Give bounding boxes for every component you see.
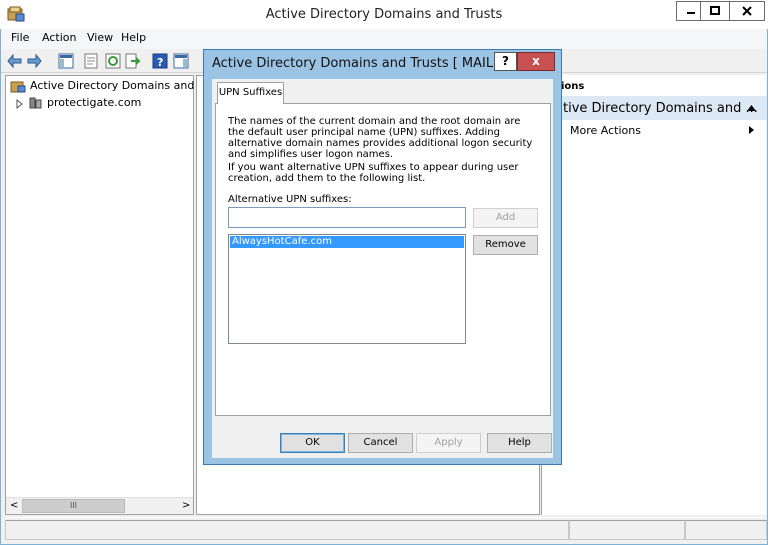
remove-button[interactable]: Remove <box>473 235 538 255</box>
submenu-arrow-icon[interactable] <box>749 126 754 134</box>
export-list-icon[interactable] <box>125 53 141 69</box>
upn-suffix-input[interactable] <box>228 207 466 228</box>
forward-icon[interactable] <box>26 53 42 69</box>
scroll-left-icon[interactable]: < <box>10 500 18 511</box>
upn-instructions: If you want alternative UPN suffixes to … <box>228 162 519 184</box>
domain-icon <box>29 97 42 109</box>
scroll-right-icon[interactable]: > <box>182 500 190 511</box>
menu-help[interactable]: Help <box>118 31 149 44</box>
menu-bar: File Action View Help <box>1 29 767 49</box>
refresh-icon[interactable] <box>105 53 121 69</box>
svg-text:?: ? <box>157 56 163 69</box>
status-cell-main <box>5 520 570 540</box>
upn-description: The names of the current domain and the … <box>228 116 533 160</box>
actions-section-label[interactable]: tive Directory Domains and ... <box>563 102 758 116</box>
apply-button[interactable]: Apply <box>416 433 481 453</box>
maximize-button[interactable] <box>700 1 730 21</box>
upn-suffix-list[interactable]: AlwaysHotCafe.com <box>228 234 466 344</box>
cancel-button[interactable]: Cancel <box>348 433 413 453</box>
maximize-icon <box>710 6 720 15</box>
menu-file[interactable]: File <box>8 31 32 44</box>
expand-arrow-icon[interactable] <box>16 99 24 109</box>
upn-tab-panel: The names of the current domain and the … <box>215 103 551 416</box>
more-actions-label[interactable]: More Actions <box>570 125 641 136</box>
help-icon[interactable]: ? <box>152 53 168 69</box>
show-action-pane-icon[interactable] <box>173 53 189 69</box>
ok-button[interactable]: OK <box>280 433 345 453</box>
properties-icon[interactable] <box>83 53 99 69</box>
scrollbar-thumb[interactable]: III <box>22 499 125 513</box>
alt-upn-label: Alternative UPN suffixes: <box>228 194 352 205</box>
actions-header: ions <box>561 81 585 92</box>
dialog-close-button[interactable]: x <box>517 52 555 71</box>
menu-view[interactable]: View <box>84 31 116 44</box>
back-icon[interactable] <box>7 53 23 69</box>
status-cell-3 <box>684 520 767 540</box>
show-hide-tree-icon[interactable] <box>58 53 74 69</box>
dialog-help-button[interactable]: ? <box>494 52 517 71</box>
add-button[interactable]: Add <box>473 208 538 228</box>
console-tree: Active Directory Domains and Trust prote… <box>5 75 224 515</box>
status-bar <box>5 517 767 540</box>
status-cell-2 <box>568 520 686 540</box>
tree-domain-label[interactable]: protectigate.com <box>47 97 141 108</box>
collapse-arrow-icon[interactable] <box>747 105 756 111</box>
minimize-icon <box>687 12 695 14</box>
list-item[interactable]: AlwaysHotCafe.com <box>230 236 464 248</box>
horizontal-scrollbar[interactable]: < III > <box>6 497 193 514</box>
tab-upn-suffixes[interactable]: UPN Suffixes <box>217 82 284 104</box>
dialog-title: Active Directory Domains and Trusts [ MA… <box>212 56 531 71</box>
menu-action[interactable]: Action <box>39 31 79 44</box>
window-title: Active Directory Domains and Trusts <box>265 7 503 22</box>
close-button[interactable] <box>729 1 765 21</box>
dialog-body: UPN Suffixes The names of the current do… <box>212 79 553 458</box>
close-icon <box>742 6 752 16</box>
actions-pane: ions tive Directory Domains and ... More… <box>541 75 767 515</box>
domains-trusts-icon <box>10 81 26 93</box>
dialog-help-action-button[interactable]: Help <box>487 433 552 453</box>
properties-dialog: Active Directory Domains and Trusts [ MA… <box>203 49 562 465</box>
